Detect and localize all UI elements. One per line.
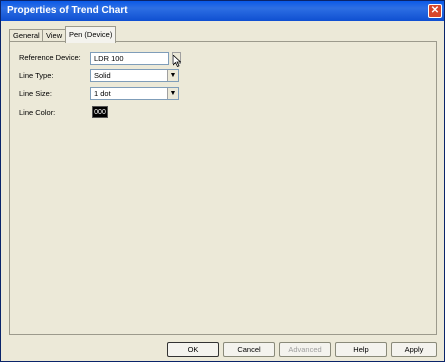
help-button[interactable]: Help bbox=[335, 342, 387, 357]
line-size-value: 1 dot bbox=[94, 89, 111, 98]
line-type-select[interactable]: Solid ▼ bbox=[90, 69, 179, 82]
reference-device-label: Reference Device: bbox=[19, 53, 81, 62]
line-type-label: Line Type: bbox=[19, 71, 54, 80]
line-size-label: Line Size: bbox=[19, 89, 52, 98]
cancel-button[interactable]: Cancel bbox=[223, 342, 275, 357]
line-color-label: Line Color: bbox=[19, 108, 56, 117]
reference-device-field[interactable]: LDR 100 bbox=[90, 52, 169, 65]
line-color-button[interactable]: 000 bbox=[92, 106, 108, 118]
button-bar: OK Cancel Advanced Help Apply bbox=[1, 339, 445, 361]
tab-panel: Reference Device: LDR 100 Line Type: Sol… bbox=[9, 41, 437, 335]
tab-pen-device[interactable]: Pen (Device) bbox=[65, 26, 117, 43]
properties-dialog: Properties of Trend Chart ✕ General View… bbox=[0, 0, 445, 362]
apply-button[interactable]: Apply bbox=[391, 342, 437, 357]
advanced-button: Advanced bbox=[279, 342, 331, 357]
chevron-down-icon[interactable]: ▼ bbox=[167, 70, 178, 81]
line-size-select[interactable]: 1 dot ▼ bbox=[90, 87, 179, 100]
line-type-value: Solid bbox=[94, 71, 111, 80]
mouse-cursor-icon bbox=[173, 55, 181, 67]
window-title: Properties of Trend Chart bbox=[7, 5, 128, 16]
title-bar[interactable]: Properties of Trend Chart ✕ bbox=[1, 1, 444, 21]
ok-button[interactable]: OK bbox=[167, 342, 219, 357]
close-icon[interactable]: ✕ bbox=[428, 4, 442, 18]
chevron-down-icon[interactable]: ▼ bbox=[167, 88, 178, 99]
